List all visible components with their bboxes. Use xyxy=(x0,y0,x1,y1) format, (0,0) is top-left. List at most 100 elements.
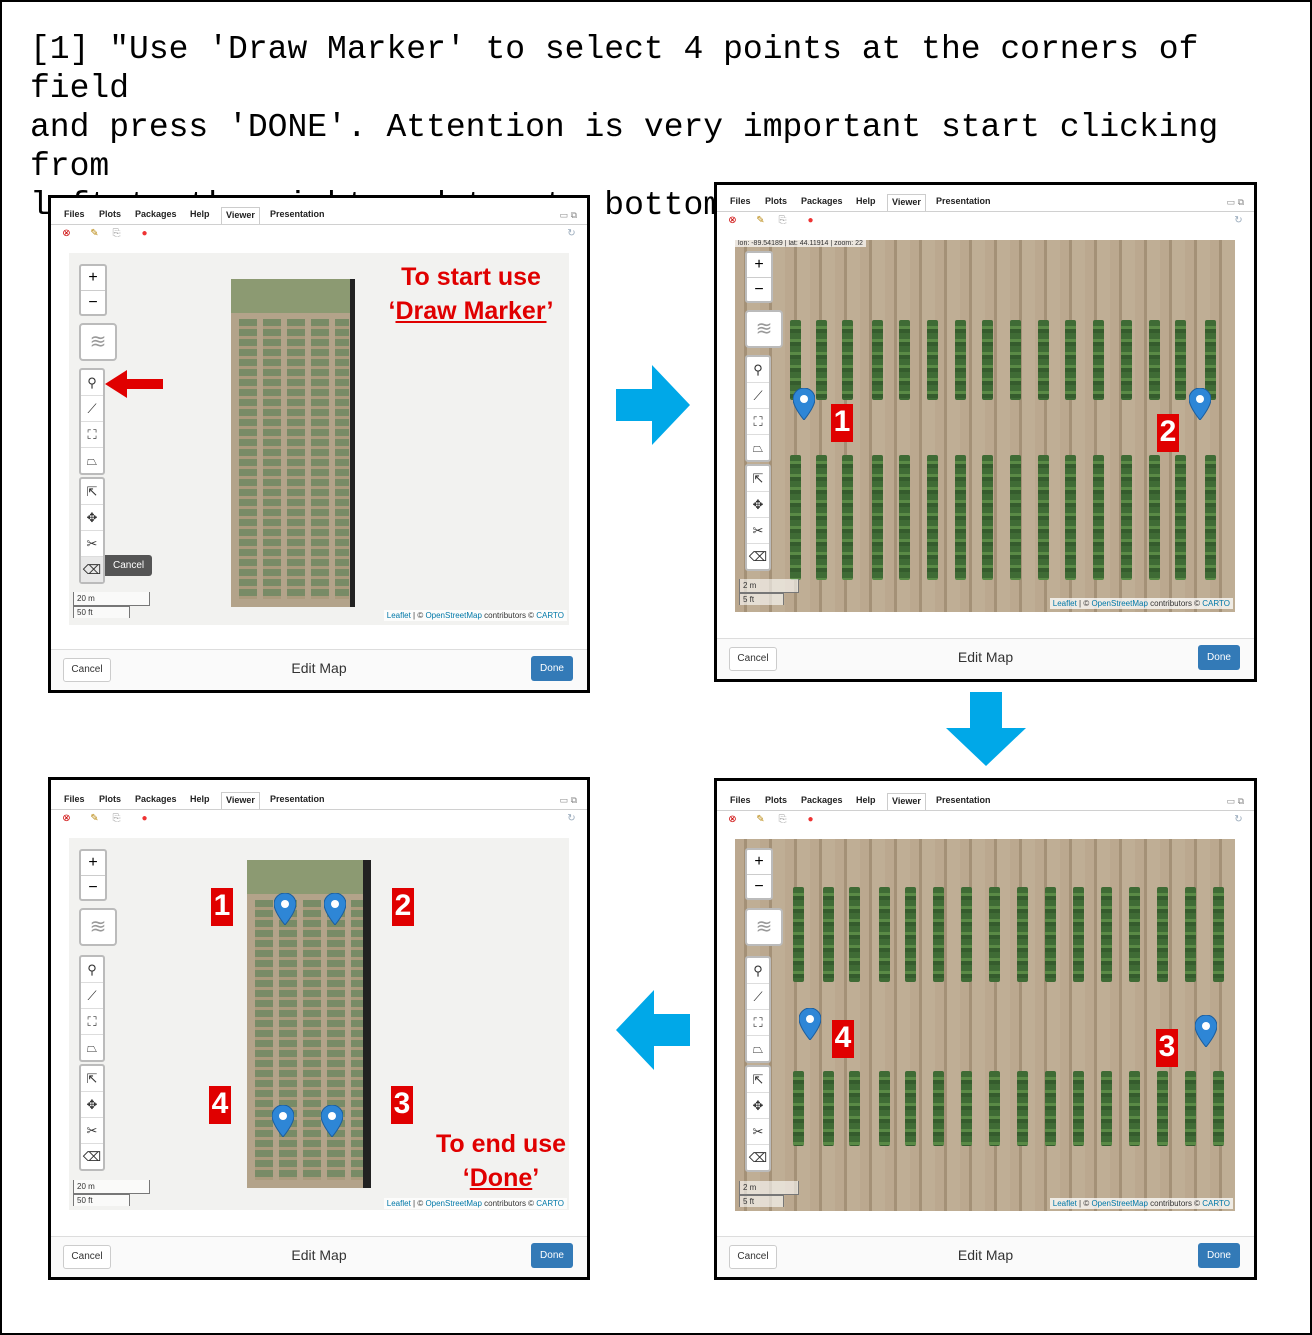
zoom-out-icon[interactable]: − xyxy=(747,278,771,302)
tab-plots[interactable]: Plots xyxy=(765,196,787,206)
marker-pin-icon[interactable] xyxy=(321,1105,343,1137)
tab-packages[interactable]: Packages xyxy=(135,794,177,804)
zoom-in-icon[interactable]: + xyxy=(81,851,105,876)
tab-packages[interactable]: Packages xyxy=(801,196,843,206)
stop-icon[interactable]: ● xyxy=(139,228,150,239)
refresh-icon[interactable]: ↻ xyxy=(1233,814,1244,825)
marker-pin-icon[interactable] xyxy=(1195,1015,1217,1047)
move-icon[interactable]: ✥ xyxy=(747,492,769,518)
stop-icon[interactable]: ● xyxy=(805,814,816,825)
polyline-icon[interactable]: ⟋ xyxy=(747,984,769,1010)
erase-icon[interactable]: ⌫ xyxy=(747,1145,769,1170)
edit-icon[interactable]: ⇱ xyxy=(747,1067,769,1093)
tab-packages[interactable]: Packages xyxy=(135,209,177,219)
tab-viewer[interactable]: Viewer xyxy=(887,793,926,810)
remove-icon[interactable]: ⊗ xyxy=(727,215,738,226)
rectangle-icon[interactable]: ⛶ xyxy=(747,409,769,435)
layers-icon[interactable]: ≋ xyxy=(79,908,117,946)
edit-icon[interactable]: ⇱ xyxy=(81,479,103,505)
layers-icon[interactable]: ≋ xyxy=(79,323,117,361)
map[interactable]: + − ≋ ⚲ ⟋ ⛶ ⏢ ⇱ ✥ ✂ ⌫ 2 m 5 ft Leaflet |… xyxy=(735,839,1235,1211)
done-button[interactable]: Done xyxy=(1198,645,1240,670)
window-controls-icon[interactable]: ▭ ⧉ xyxy=(1227,796,1244,807)
done-button[interactable]: Done xyxy=(1198,1243,1240,1268)
polyline-icon[interactable]: ⟋ xyxy=(747,383,769,409)
done-button[interactable]: Done xyxy=(531,1243,573,1268)
marker-pin-icon[interactable] xyxy=(799,1008,821,1040)
zoom-in-icon[interactable]: + xyxy=(747,253,771,278)
tab-plots[interactable]: Plots xyxy=(99,209,121,219)
remove-icon[interactable]: ⊗ xyxy=(61,813,72,824)
polyline-icon[interactable]: ⟋ xyxy=(81,396,103,422)
tab-plots[interactable]: Plots xyxy=(765,795,787,805)
zoom-out-icon[interactable]: − xyxy=(81,876,105,900)
tab-plots[interactable]: Plots xyxy=(99,794,121,804)
cut-icon[interactable]: ✂ xyxy=(747,1119,769,1145)
cut-icon[interactable]: ✂ xyxy=(81,531,103,557)
export-icon[interactable]: ⎘ xyxy=(777,814,788,825)
tab-presentation[interactable]: Presentation xyxy=(936,795,991,805)
tab-presentation[interactable]: Presentation xyxy=(936,196,991,206)
marker-pin-icon[interactable] xyxy=(1189,388,1211,420)
zoom-in-icon[interactable]: + xyxy=(747,850,771,875)
marker-pin-icon[interactable] xyxy=(793,388,815,420)
cancel-tooltip[interactable]: Cancel xyxy=(105,555,153,576)
export-icon[interactable]: ⎘ xyxy=(777,215,788,226)
broom-icon[interactable]: ✎ xyxy=(89,228,100,239)
move-icon[interactable]: ✥ xyxy=(81,505,103,531)
export-icon[interactable]: ⎘ xyxy=(111,813,122,824)
marker-pin-icon[interactable] xyxy=(324,893,346,925)
move-icon[interactable]: ✥ xyxy=(81,1092,103,1118)
rectangle-icon[interactable]: ⛶ xyxy=(81,422,103,448)
stop-icon[interactable]: ● xyxy=(805,215,816,226)
window-controls-icon[interactable]: ▭ ⧉ xyxy=(560,795,577,806)
edit-icon[interactable]: ⇱ xyxy=(81,1066,103,1092)
cut-icon[interactable]: ✂ xyxy=(81,1118,103,1144)
done-button[interactable]: Done xyxy=(531,656,573,681)
layers-icon[interactable]: ≋ xyxy=(745,310,783,348)
edit-icon[interactable]: ⇱ xyxy=(747,466,769,492)
tab-help[interactable]: Help xyxy=(856,196,876,206)
tab-help[interactable]: Help xyxy=(190,209,210,219)
polyline-icon[interactable]: ⟋ xyxy=(81,983,103,1009)
polygon-icon[interactable]: ⏢ xyxy=(81,1035,103,1060)
move-icon[interactable]: ✥ xyxy=(747,1093,769,1119)
map[interactable]: lon: -89.54189 | lat: 44.11914 | zoom: 2… xyxy=(735,240,1235,612)
broom-icon[interactable]: ✎ xyxy=(755,814,766,825)
stop-icon[interactable]: ● xyxy=(139,813,150,824)
marker-pin-icon[interactable] xyxy=(272,1105,294,1137)
tab-packages[interactable]: Packages xyxy=(801,795,843,805)
tab-presentation[interactable]: Presentation xyxy=(270,794,325,804)
polygon-icon[interactable]: ⏢ xyxy=(747,435,769,460)
polygon-icon[interactable]: ⏢ xyxy=(747,1036,769,1061)
erase-icon[interactable]: ⌫ xyxy=(747,544,769,569)
tab-files[interactable]: Files xyxy=(64,794,85,804)
export-icon[interactable]: ⎘ xyxy=(111,228,122,239)
tab-viewer[interactable]: Viewer xyxy=(221,792,260,809)
tab-files[interactable]: Files xyxy=(730,196,751,206)
refresh-icon[interactable]: ↻ xyxy=(1233,215,1244,226)
refresh-icon[interactable]: ↻ xyxy=(566,228,577,239)
tab-viewer[interactable]: Viewer xyxy=(221,207,260,224)
marker-icon[interactable]: ⚲ xyxy=(747,357,769,383)
tab-viewer[interactable]: Viewer xyxy=(887,194,926,211)
marker-icon[interactable]: ⚲ xyxy=(81,370,103,396)
tab-help[interactable]: Help xyxy=(856,795,876,805)
polygon-icon[interactable]: ⏢ xyxy=(81,448,103,473)
marker-icon[interactable]: ⚲ xyxy=(747,958,769,984)
broom-icon[interactable]: ✎ xyxy=(755,215,766,226)
remove-icon[interactable]: ⊗ xyxy=(727,814,738,825)
rectangle-icon[interactable]: ⛶ xyxy=(81,1009,103,1035)
erase-icon[interactable]: ⌫ xyxy=(81,557,103,582)
erase-icon[interactable]: ⌫ xyxy=(81,1144,103,1169)
tab-presentation[interactable]: Presentation xyxy=(270,209,325,219)
zoom-in-icon[interactable]: + xyxy=(81,266,105,291)
zoom-out-icon[interactable]: − xyxy=(81,291,105,315)
rectangle-icon[interactable]: ⛶ xyxy=(747,1010,769,1036)
marker-icon[interactable]: ⚲ xyxy=(81,957,103,983)
refresh-icon[interactable]: ↻ xyxy=(566,813,577,824)
tab-files[interactable]: Files xyxy=(64,209,85,219)
broom-icon[interactable]: ✎ xyxy=(89,813,100,824)
tab-files[interactable]: Files xyxy=(730,795,751,805)
marker-pin-icon[interactable] xyxy=(274,893,296,925)
